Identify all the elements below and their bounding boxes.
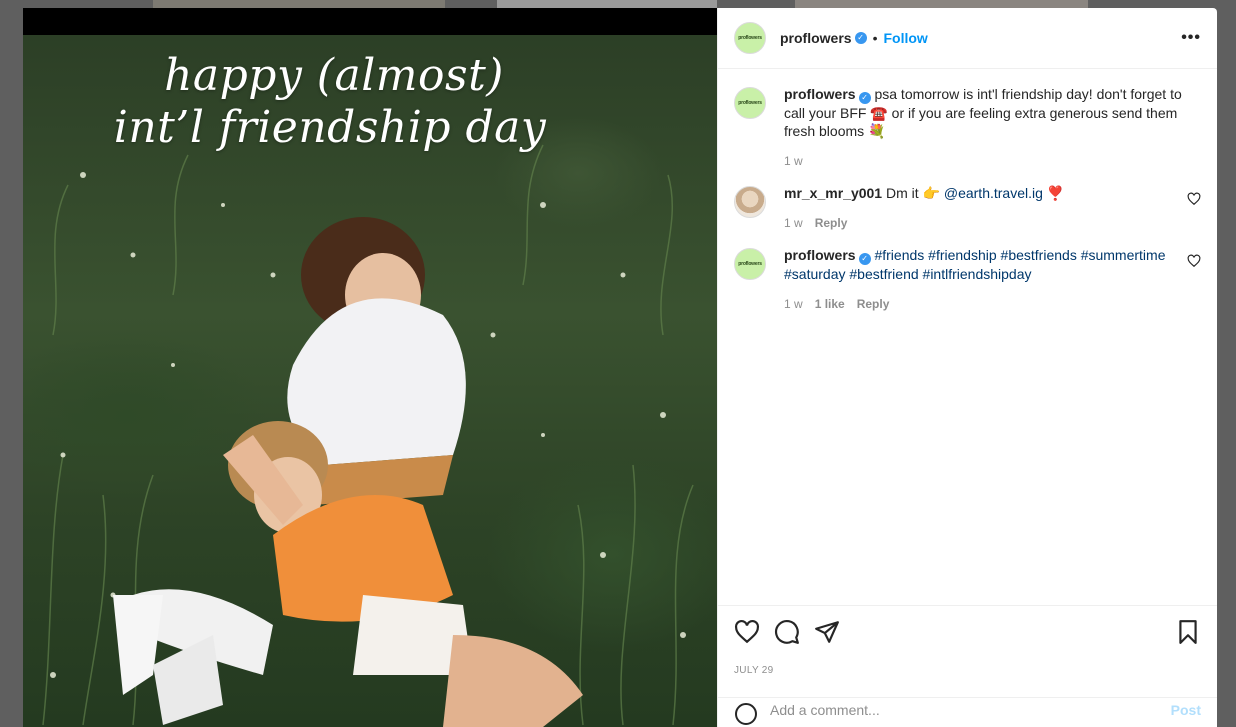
comment-button[interactable] <box>774 619 800 645</box>
comment-username[interactable]: mr_x_mr_y001 <box>784 185 882 201</box>
heart-icon <box>735 619 759 643</box>
comment-username[interactable]: proflowers <box>784 86 856 102</box>
paper-plane-icon <box>815 620 839 643</box>
separator-dot: • <box>872 30 878 46</box>
comment-time[interactable]: 1 w <box>784 154 803 168</box>
post-date[interactable]: JULY 29 <box>718 657 1217 697</box>
comment-text-after: ❣️ <box>1046 185 1065 201</box>
comment-body: proflowers ✓ psa tomorrow is int'l friend… <box>784 85 1184 168</box>
save-button[interactable] <box>1175 619 1201 645</box>
post-headline-line2: int’l friendship day <box>113 102 547 153</box>
comment-meta: 1 w 1 like Reply <box>784 297 1184 311</box>
reply-button[interactable]: Reply <box>857 297 890 311</box>
likes-count[interactable]: 1 like <box>815 297 845 311</box>
verified-badge-icon: ✓ <box>858 92 871 104</box>
comment-time[interactable]: 1 w <box>784 297 803 311</box>
background-feed-image <box>497 0 717 8</box>
reply-button[interactable]: Reply <box>815 216 848 230</box>
avatar[interactable]: proflowers <box>734 22 766 54</box>
post-comment-button[interactable]: Post <box>1171 702 1201 718</box>
avatar-text: proflowers <box>738 261 762 267</box>
like-comment-heart-icon[interactable] <box>1187 192 1201 206</box>
avatar-text: proflowers <box>738 35 762 41</box>
comments-list: proflowers proflowers ✓ psa tomorrow is i… <box>718 69 1217 605</box>
comment-text: mr_x_mr_y001 Dm it 👉 @earth.travel.ig ❣️ <box>784 184 1184 202</box>
avatar[interactable]: proflowers <box>734 248 766 280</box>
comment-item: mr_x_mr_y001 Dm it 👉 @earth.travel.ig ❣️… <box>734 184 1201 230</box>
add-comment-bar: Add a comment... Post <box>718 697 1217 727</box>
bookmark-icon <box>1179 619 1197 644</box>
post-headline-line1: happy (almost) <box>164 50 504 101</box>
mention-link[interactable]: @earth.travel.ig <box>944 185 1043 201</box>
add-comment-input[interactable]: Add a comment... <box>770 702 880 718</box>
header-username[interactable]: proflowers <box>780 30 852 46</box>
like-button[interactable] <box>734 619 760 645</box>
comment-text: proflowers ✓ #friends #friendship #bestfr… <box>784 246 1184 283</box>
more-options-icon[interactable]: ••• <box>1181 29 1201 47</box>
post-modal: happy (almost) int’l friendship day prof… <box>23 8 1217 727</box>
comment-meta: 1 w Reply <box>784 216 1184 230</box>
verified-badge-icon: ✓ <box>854 32 867 44</box>
like-comment-heart-icon[interactable] <box>1187 254 1201 268</box>
comment-meta: 1 w <box>784 154 1184 168</box>
comment-body: proflowers ✓ #friends #friendship #bestfr… <box>784 246 1184 311</box>
avatar[interactable] <box>734 186 766 218</box>
comment-text: proflowers ✓ psa tomorrow is int'l friend… <box>784 85 1184 140</box>
post-actions <box>718 605 1217 657</box>
header-info: proflowers ✓ • Follow <box>780 30 928 46</box>
post-media[interactable]: happy (almost) int’l friendship day <box>23 8 717 727</box>
comment-time[interactable]: 1 w <box>784 216 803 230</box>
background-feed-image <box>795 0 1088 8</box>
avatar-text: proflowers <box>738 100 762 106</box>
follow-button[interactable]: Follow <box>883 30 927 46</box>
share-button[interactable] <box>814 619 840 645</box>
verified-badge-icon: ✓ <box>858 253 871 265</box>
comment-bubble-icon <box>775 619 799 644</box>
comment-body: mr_x_mr_y001 Dm it 👉 @earth.travel.ig ❣️… <box>784 184 1184 230</box>
caption: proflowers proflowers ✓ psa tomorrow is i… <box>734 85 1201 168</box>
emoji-icon[interactable] <box>734 702 758 726</box>
background-feed-image <box>153 0 445 8</box>
avatar[interactable]: proflowers <box>734 87 766 119</box>
post-side-panel: proflowers proflowers ✓ • Follow ••• pro… <box>717 8 1217 727</box>
comment-item: proflowers proflowers ✓ #friends #friends… <box>734 246 1201 311</box>
post-header: proflowers proflowers ✓ • Follow ••• <box>718 8 1217 69</box>
comment-username[interactable]: proflowers <box>784 247 856 263</box>
comment-text-before: Dm it 👉 <box>885 185 940 201</box>
media-top-bar <box>23 8 717 35</box>
